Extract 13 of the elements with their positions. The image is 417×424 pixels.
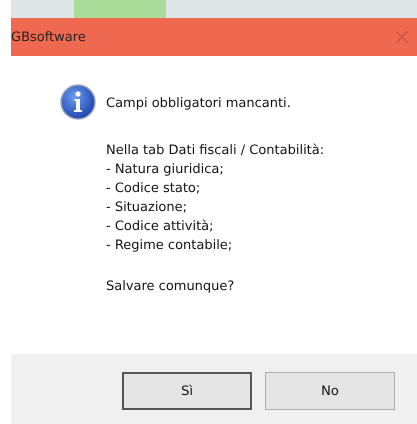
message-question: Salvare comunque? bbox=[106, 278, 236, 296]
no-button[interactable]: No bbox=[265, 372, 395, 410]
close-icon[interactable] bbox=[395, 30, 409, 44]
message-line: - Situazione; bbox=[106, 199, 188, 217]
window-title: GBsoftware bbox=[11, 30, 86, 44]
message-line: - Natura giuridica; bbox=[106, 161, 225, 179]
yes-button[interactable]: Sì bbox=[122, 372, 252, 410]
message-line: - Codice attività; bbox=[106, 218, 215, 236]
message-heading: Campi obbligatori mancanti. bbox=[106, 95, 292, 113]
info-icon bbox=[60, 84, 96, 120]
message-line: - Regime contabile; bbox=[106, 237, 234, 255]
message-line: Nella tab Dati fiscali / Contabilità: bbox=[106, 142, 324, 160]
message-line: - Codice stato; bbox=[106, 180, 202, 198]
